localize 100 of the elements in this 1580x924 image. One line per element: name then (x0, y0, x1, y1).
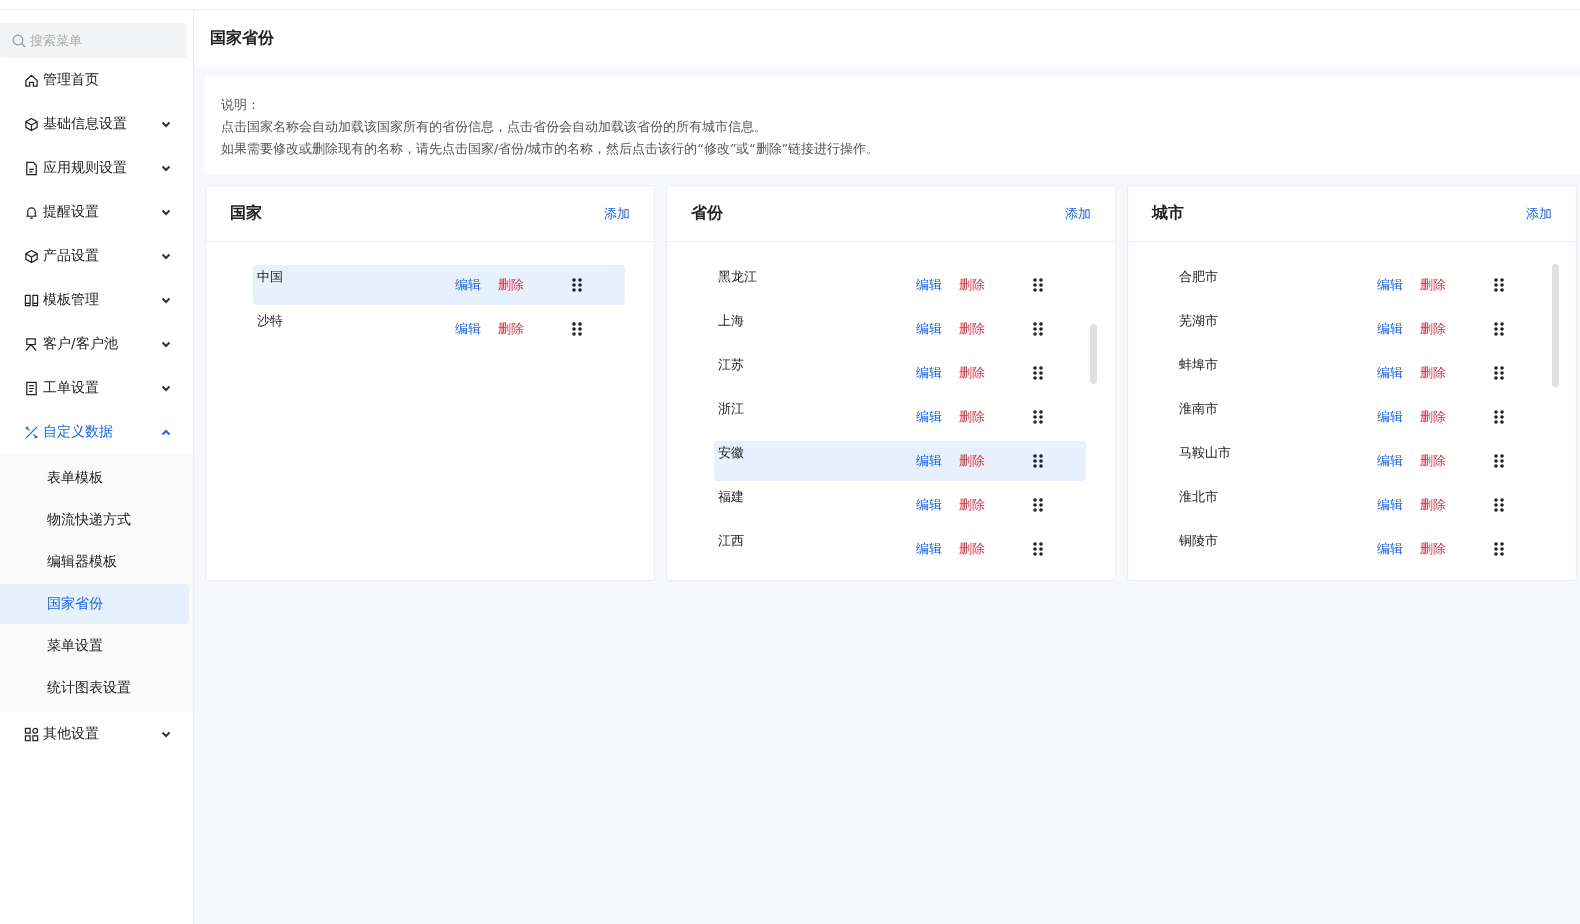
delete-link[interactable]: 删除 (1420, 452, 1463, 481)
drag-handle-icon[interactable] (1033, 366, 1043, 380)
edit-link[interactable]: 编辑 (455, 276, 498, 305)
list-row[interactable]: 浙江 编辑 删除 (714, 397, 1086, 437)
add-link[interactable]: 添加 (604, 204, 630, 223)
edit-link[interactable]: 编辑 (1377, 408, 1420, 437)
list-row[interactable]: 淮南市 编辑 删除 (1175, 397, 1547, 437)
scrollbar-thumb[interactable] (1552, 264, 1559, 387)
submenu-item[interactable]: 国家省份 (0, 584, 189, 624)
list-row[interactable]: 铜陵市 编辑 删除 (1175, 529, 1547, 569)
submenu-item[interactable]: 编辑器模板 (0, 542, 189, 582)
list-row[interactable]: 芜湖市 编辑 删除 (1175, 309, 1547, 349)
edit-link[interactable]: 编辑 (455, 320, 498, 349)
panel-title: 城市 (1152, 203, 1184, 224)
edit-link[interactable]: 编辑 (916, 364, 959, 393)
menu-item[interactable]: 其他设置 (0, 712, 193, 756)
edit-link[interactable]: 编辑 (1377, 320, 1420, 349)
edit-link[interactable]: 编辑 (1377, 364, 1420, 393)
delete-link[interactable]: 删除 (959, 540, 1002, 569)
list-row[interactable]: 合肥市 编辑 删除 (1175, 265, 1547, 305)
add-link[interactable]: 添加 (1526, 204, 1552, 223)
edit-link[interactable]: 编辑 (916, 452, 959, 481)
menu-item[interactable]: 模板管理 (0, 278, 193, 322)
drag-handle-icon[interactable] (572, 278, 582, 292)
user-icon (24, 336, 39, 352)
item-name: 淮北市 (1179, 488, 1219, 506)
notice-text: 点击国家名称会自动加载该国家所有的省份信息，点击省份会自动加载该省份的所有城市信息。 (221, 118, 768, 136)
edit-link[interactable]: 编辑 (1377, 496, 1420, 525)
edit-link[interactable]: 编辑 (1377, 276, 1420, 305)
delete-link[interactable]: 删除 (498, 320, 541, 349)
menu-item[interactable]: 自定义数据 (0, 410, 193, 454)
item-name: 江西 (718, 532, 745, 550)
panel-title: 国家 (230, 203, 262, 224)
delete-link[interactable]: 删除 (498, 276, 541, 305)
edit-link[interactable]: 编辑 (916, 408, 959, 437)
menu-item[interactable]: 客户/客户池 (0, 322, 193, 366)
drag-handle-icon[interactable] (1033, 498, 1043, 512)
delete-link[interactable]: 删除 (1420, 364, 1463, 393)
delete-link[interactable]: 删除 (959, 364, 1002, 393)
drag-handle-icon[interactable] (1494, 542, 1504, 556)
scrollbar-thumb[interactable] (1090, 324, 1097, 384)
drag-handle-icon[interactable] (1494, 322, 1504, 336)
drag-handle-icon[interactable] (1033, 278, 1043, 292)
edit-link[interactable]: 编辑 (916, 540, 959, 569)
list-row[interactable]: 安徽 编辑 删除 (714, 441, 1086, 481)
menu-item[interactable]: 工单设置 (0, 366, 193, 410)
item-name: 黑龙江 (718, 268, 758, 286)
delete-link[interactable]: 删除 (1420, 408, 1463, 437)
delete-link[interactable]: 删除 (1420, 496, 1463, 525)
delete-link[interactable]: 删除 (959, 276, 1002, 305)
delete-link[interactable]: 删除 (1420, 276, 1463, 305)
drag-handle-icon[interactable] (1494, 278, 1504, 292)
list-row[interactable]: 江西 编辑 删除 (714, 529, 1086, 569)
menu-item[interactable]: 应用规则设置 (0, 146, 193, 190)
edit-link[interactable]: 编辑 (916, 496, 959, 525)
add-link[interactable]: 添加 (1065, 204, 1091, 223)
menu-item[interactable]: 产品设置 (0, 234, 193, 278)
drag-handle-icon[interactable] (1033, 322, 1043, 336)
drag-handle-icon[interactable] (572, 322, 582, 336)
delete-link[interactable]: 删除 (959, 452, 1002, 481)
list-row[interactable]: 江苏 编辑 删除 (714, 353, 1086, 393)
list-row[interactable]: 中国 编辑 删除 (253, 265, 625, 305)
delete-link[interactable]: 删除 (1420, 320, 1463, 349)
edit-link[interactable]: 编辑 (1377, 540, 1420, 569)
drag-handle-icon[interactable] (1033, 454, 1043, 468)
drag-handle-icon[interactable] (1494, 454, 1504, 468)
edit-link[interactable]: 编辑 (916, 276, 959, 305)
delete-link[interactable]: 删除 (959, 408, 1002, 437)
drag-handle-icon[interactable] (1033, 542, 1043, 556)
list-row[interactable]: 沙特 编辑 删除 (253, 309, 625, 349)
list-row[interactable]: 马鞍山市 编辑 删除 (1175, 441, 1547, 481)
drag-handle-icon[interactable] (1494, 410, 1504, 424)
drag-handle-icon[interactable] (1494, 498, 1504, 512)
list-row[interactable]: 淮北市 编辑 删除 (1175, 485, 1547, 525)
page-title: 国家省份 (210, 27, 274, 49)
list-row[interactable]: 福建 编辑 删除 (714, 485, 1086, 525)
menu-item[interactable]: 基础信息设置 (0, 102, 193, 146)
submenu-item[interactable]: 菜单设置 (0, 626, 189, 666)
edit-link[interactable]: 编辑 (916, 320, 959, 349)
item-name: 浙江 (718, 400, 745, 418)
submenu-item[interactable]: 表单模板 (0, 458, 189, 498)
list-row[interactable]: 上海 编辑 删除 (714, 309, 1086, 349)
search-field[interactable]: 搜索菜单 (0, 23, 187, 58)
item-name: 淮南市 (1179, 400, 1219, 418)
delete-link[interactable]: 删除 (1420, 540, 1463, 569)
list-row[interactable]: 蚌埠市 编辑 删除 (1175, 353, 1547, 393)
tools-icon (24, 424, 39, 440)
delete-link[interactable]: 删除 (959, 320, 1002, 349)
edit-link[interactable]: 编辑 (1377, 452, 1420, 481)
home-icon (24, 72, 39, 88)
drag-handle-icon[interactable] (1494, 366, 1504, 380)
drag-handle-icon[interactable] (1033, 410, 1043, 424)
menu-item[interactable]: 提醒设置 (0, 190, 193, 234)
item-name: 江苏 (718, 356, 745, 374)
list-row[interactable]: 黑龙江 编辑 删除 (714, 265, 1086, 305)
menu-item[interactable]: 管理首页 (0, 58, 193, 102)
item-name: 芜湖市 (1179, 312, 1219, 330)
submenu-item[interactable]: 物流快递方式 (0, 500, 189, 540)
submenu-item[interactable]: 统计图表设置 (0, 668, 189, 708)
delete-link[interactable]: 删除 (959, 496, 1002, 525)
